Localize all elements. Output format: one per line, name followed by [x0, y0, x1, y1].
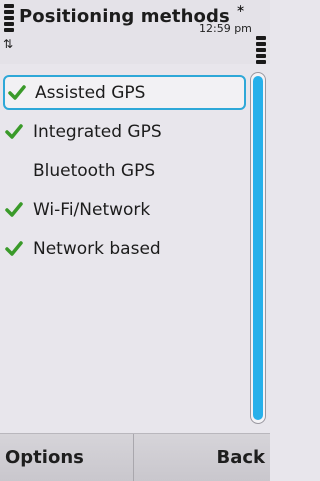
- list-item-label: Wi-Fi/Network: [33, 200, 151, 220]
- battery-icon: [256, 36, 266, 64]
- check-icon: [8, 85, 26, 100]
- list-item-label: Bluetooth GPS: [33, 161, 156, 181]
- check-icon: [5, 202, 23, 217]
- options-button[interactable]: Options: [0, 434, 134, 481]
- list-item-assisted-gps[interactable]: Assisted GPS: [3, 75, 246, 110]
- scrollbar-thumb[interactable]: [253, 76, 263, 420]
- scrollbar[interactable]: [250, 72, 266, 424]
- signal-strength-icon: [4, 4, 14, 32]
- list-item-wifi-network[interactable]: Wi-Fi/Network: [0, 192, 247, 230]
- data-connection-icon: ⇅: [3, 37, 14, 51]
- list-item-label: Integrated GPS: [33, 122, 162, 142]
- check-icon: [5, 241, 23, 256]
- list-item-network-based[interactable]: Network based: [0, 231, 247, 269]
- list-item-bluetooth-gps[interactable]: Bluetooth GPS: [0, 153, 247, 191]
- status-bar: Positioning methods ∗ 12:59 pm ⇅: [0, 0, 270, 64]
- list-item-integrated-gps[interactable]: Integrated GPS: [0, 114, 247, 152]
- check-icon: [5, 124, 23, 139]
- clock: 12:59 pm: [199, 22, 252, 35]
- softkey-bar: Options Back: [0, 433, 270, 481]
- list-item-label: Assisted GPS: [35, 83, 146, 103]
- back-button[interactable]: Back: [135, 434, 270, 481]
- list-item-label: Network based: [33, 239, 161, 259]
- bluetooth-icon: ∗: [236, 2, 246, 15]
